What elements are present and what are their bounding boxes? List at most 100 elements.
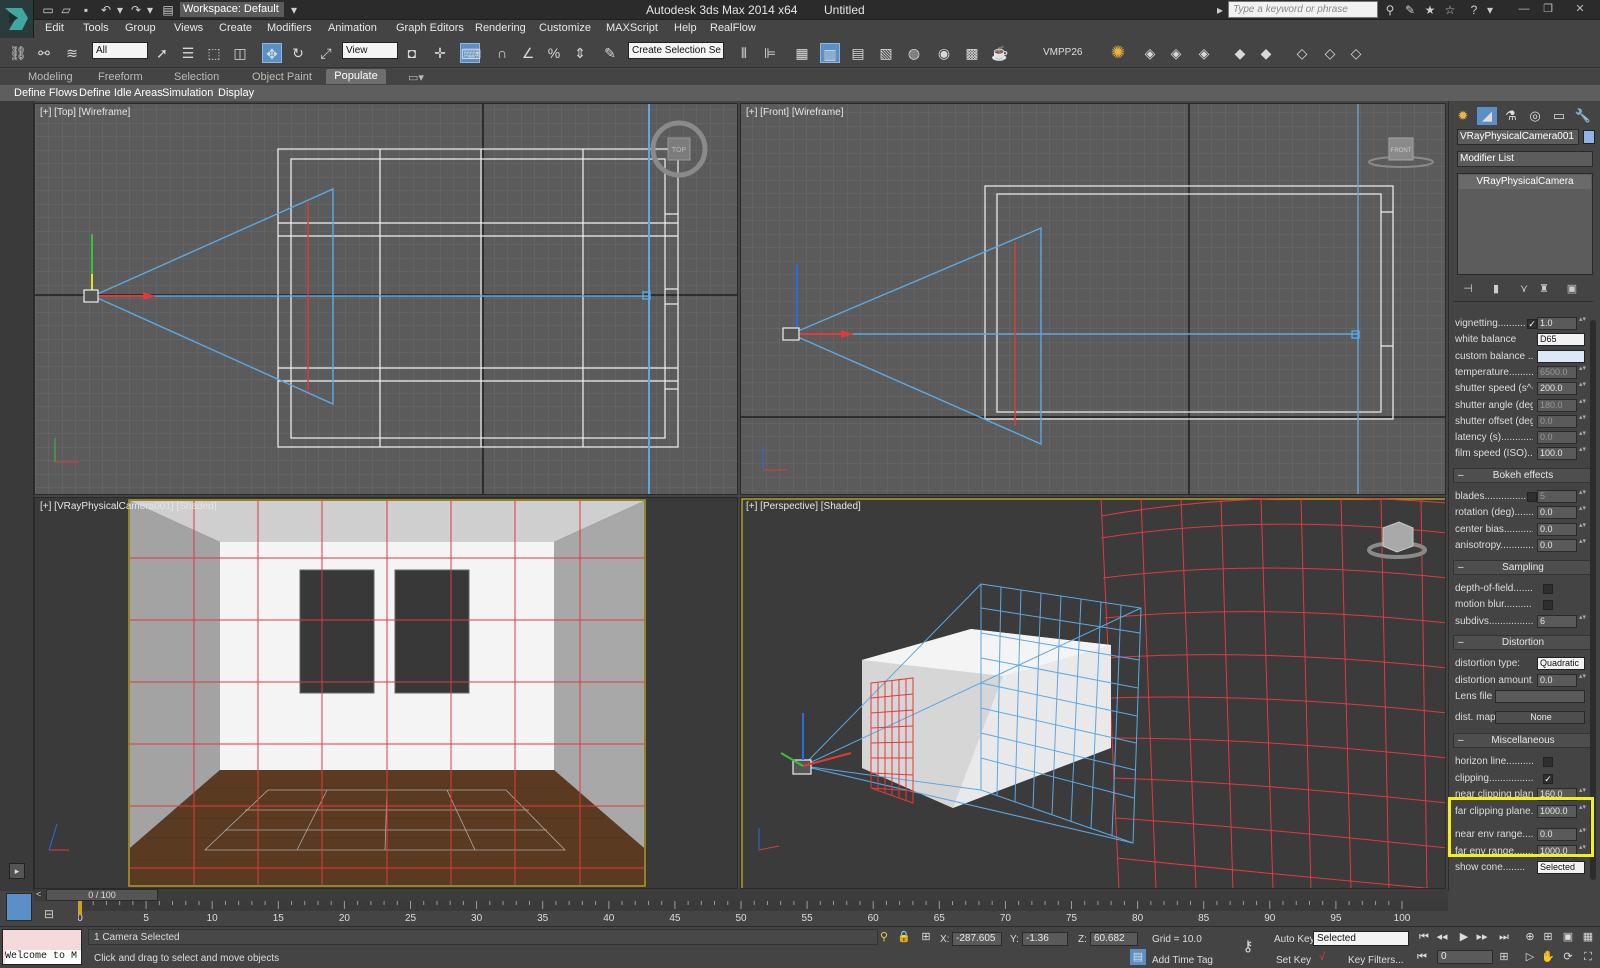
maxscript-listener-mini[interactable]: Welcome to M — [2, 929, 82, 965]
select-and-scale-icon[interactable]: ⤢ — [316, 43, 336, 63]
spinner-arrows-icon[interactable]: ▴▾ — [1579, 414, 1586, 428]
zoom-extents-all-icon[interactable]: ▦ — [1580, 929, 1596, 945]
x-coordinate-field[interactable]: -287.605 — [952, 932, 1002, 946]
spinner-arrows-icon[interactable]: ▴▾ — [1579, 614, 1586, 628]
select-by-name-icon[interactable]: ☰ — [178, 43, 198, 63]
tab-object-paint[interactable]: Object Paint — [252, 71, 312, 83]
vray-toolbar-icon-3[interactable]: ◈ — [1194, 43, 1214, 63]
viewport-camera[interactable]: [+] [VRayPhysicalCamera001] [Shaded] — [34, 497, 738, 889]
param-value-field[interactable]: 0.0 — [1537, 522, 1577, 536]
tab-populate[interactable]: Populate — [326, 69, 386, 84]
rollout-header[interactable]: – Miscellaneous — [1453, 733, 1593, 749]
viewport-perspective[interactable]: [+] [Perspective] [Shaded] — [740, 497, 1446, 889]
tab-freeform[interactable]: Freeform — [98, 71, 143, 83]
param-checkbox[interactable] — [1543, 757, 1553, 768]
render-setup-icon[interactable]: ▩ — [962, 43, 982, 63]
select-and-link-icon[interactable]: ⛓ — [8, 43, 28, 63]
named-selection-sets-dropdown[interactable]: Create Selection Se — [628, 42, 724, 59]
subscription-icon[interactable]: ★ — [1422, 2, 1438, 18]
previous-frame-icon[interactable]: ◂◂ — [1434, 929, 1450, 945]
selection-filter-dropdown[interactable]: All — [92, 42, 148, 59]
tab-simulation[interactable]: Simulation — [162, 87, 213, 99]
angle-snap-icon[interactable]: ∠ — [518, 43, 538, 63]
spinner-arrows-icon[interactable]: ▴▾ — [1579, 446, 1586, 460]
param-value-field[interactable]: 100.0 — [1537, 447, 1577, 461]
param-value-field[interactable]: 5 — [1537, 489, 1577, 503]
param-value-field[interactable]: 200.0 — [1537, 382, 1577, 396]
select-manipulate-icon[interactable]: ✛ — [430, 43, 450, 63]
param-value-field[interactable]: 1.0 — [1537, 317, 1577, 330]
current-frame-field[interactable]: 0 — [1437, 950, 1493, 964]
param-dropdown[interactable]: Selected — [1537, 861, 1585, 875]
set-key-key-icon[interactable]: ⚷ — [1240, 939, 1256, 955]
key-mode-toggle-icon[interactable]: ⏮ — [1414, 949, 1430, 965]
transform-mode-icon[interactable]: ⊞ — [918, 929, 934, 945]
isolate-toggle-icon[interactable]: ⚲ — [876, 929, 892, 945]
favorites-icon[interactable]: ☆ — [1442, 2, 1458, 18]
tab-define-flows[interactable]: Define Flows — [14, 87, 78, 99]
time-slider[interactable]: < > — [34, 889, 1448, 901]
track-bar-toggle-icon[interactable]: ⊟ — [44, 907, 54, 921]
menu-help[interactable]: Help — [674, 22, 697, 34]
add-time-tag[interactable]: Add Time Tag — [1152, 955, 1213, 966]
param-value-field[interactable]: 0.0 — [1537, 414, 1577, 428]
spinner-arrows-icon[interactable]: ▴▾ — [1579, 673, 1586, 687]
vray-toolbar-icon-7[interactable]: ◇ — [1320, 43, 1340, 63]
viewcube-front-label[interactable]: FRONT — [1391, 148, 1412, 154]
param-value-field[interactable]: 0.0 — [1537, 431, 1577, 445]
undo-dropdown-icon[interactable]: ▾ — [112, 2, 128, 18]
help-dropdown-icon[interactable]: ▾ — [1482, 2, 1498, 18]
y-coordinate-field[interactable]: -1.36 — [1022, 932, 1068, 946]
param-dropdown[interactable]: Quadratic — [1537, 657, 1585, 671]
orbit-icon[interactable]: ⟳ — [1560, 949, 1576, 965]
menu-animation[interactable]: Animation — [328, 22, 377, 34]
keyboard-shortcut-override-icon[interactable]: ⌨ — [460, 43, 481, 63]
time-tag-icon[interactable]: ▤ — [1130, 949, 1146, 965]
maximize-viewport-icon[interactable]: ⛶ — [1580, 949, 1596, 965]
pan-view-icon[interactable]: ✋ — [1540, 949, 1556, 965]
spinner-arrows-icon[interactable]: ▴▾ — [1579, 522, 1586, 536]
menu-tools[interactable]: Tools — [83, 22, 109, 34]
key-selection-dropdown[interactable]: Selected — [1313, 931, 1409, 946]
window-crossing-icon[interactable]: ◫ — [230, 43, 250, 63]
vray-toolbar-icon-5[interactable]: ◆ — [1256, 43, 1276, 63]
menu-create[interactable]: Create — [219, 22, 252, 34]
curve-editor-icon[interactable]: ▧ — [876, 43, 896, 63]
infocenter-search-input[interactable]: Type a keyword or phrase — [1228, 1, 1378, 18]
render-production-icon[interactable]: ✺ — [1108, 43, 1128, 63]
spinner-snap-icon[interactable]: ⇕ — [570, 43, 590, 63]
spinner-arrows-icon[interactable]: ▴▾ — [1579, 538, 1586, 552]
save-icon[interactable]: ▪ — [78, 2, 94, 18]
param-value-field[interactable]: 0.0 — [1537, 506, 1577, 520]
rendered-frame-window-icon[interactable]: ☕ — [990, 43, 1010, 63]
param-value-field[interactable]: 180.0 — [1537, 398, 1577, 412]
key-filters-button[interactable]: Key Filters... — [1348, 955, 1404, 966]
mini-curve-editor-icon[interactable] — [6, 893, 32, 921]
close-button[interactable]: ✕ — [1562, 1, 1598, 17]
vray-toolbar-icon-1[interactable]: ◈ — [1140, 43, 1160, 63]
toggle-layer-explorer-icon[interactable]: ▥ — [820, 43, 840, 63]
new-file-icon[interactable]: ▭ — [40, 2, 56, 18]
tab-display[interactable]: Display — [218, 87, 254, 99]
track-bar-ruler[interactable]: 0 5 10 15 20 25 30 35 40 45 50 55 60 65 70 75 80 85 90 95 10… — [78, 901, 1448, 927]
rectangular-selection-icon[interactable]: ⬚ — [204, 43, 224, 63]
minimize-button[interactable]: — — [1512, 1, 1536, 17]
tab-selection[interactable]: Selection — [174, 71, 219, 83]
time-configuration-icon[interactable]: ⊞ — [1496, 949, 1512, 965]
param-checkbox[interactable]: ✓ — [1527, 319, 1537, 329]
open-file-icon[interactable]: ▱ — [58, 2, 74, 18]
field-of-view-icon[interactable]: ▷ — [1522, 949, 1538, 965]
unlink-icon[interactable]: ⚯ — [34, 43, 54, 63]
spinner-arrows-icon[interactable]: ▴▾ — [1579, 398, 1586, 412]
spinner-arrows-icon[interactable]: ▴▾ — [1579, 505, 1586, 519]
dist-map-button[interactable]: None — [1495, 710, 1585, 724]
default-in-out-tangent-icon[interactable]: √ — [1314, 949, 1330, 965]
help-icon[interactable]: ? — [1466, 2, 1482, 18]
spinner-arrows-icon[interactable]: ▴▾ — [1579, 489, 1586, 503]
menu-customize[interactable]: Customize — [539, 22, 591, 34]
application-menu-button[interactable] — [0, 0, 34, 38]
redo-dropdown-icon[interactable]: ▾ — [142, 2, 158, 18]
prev-frame-arrow-icon[interactable]: < — [36, 889, 41, 899]
workspace-selector[interactable]: Workspace: Default — [179, 1, 285, 18]
spinner-arrows-icon[interactable]: ▴▾ — [1579, 381, 1586, 395]
